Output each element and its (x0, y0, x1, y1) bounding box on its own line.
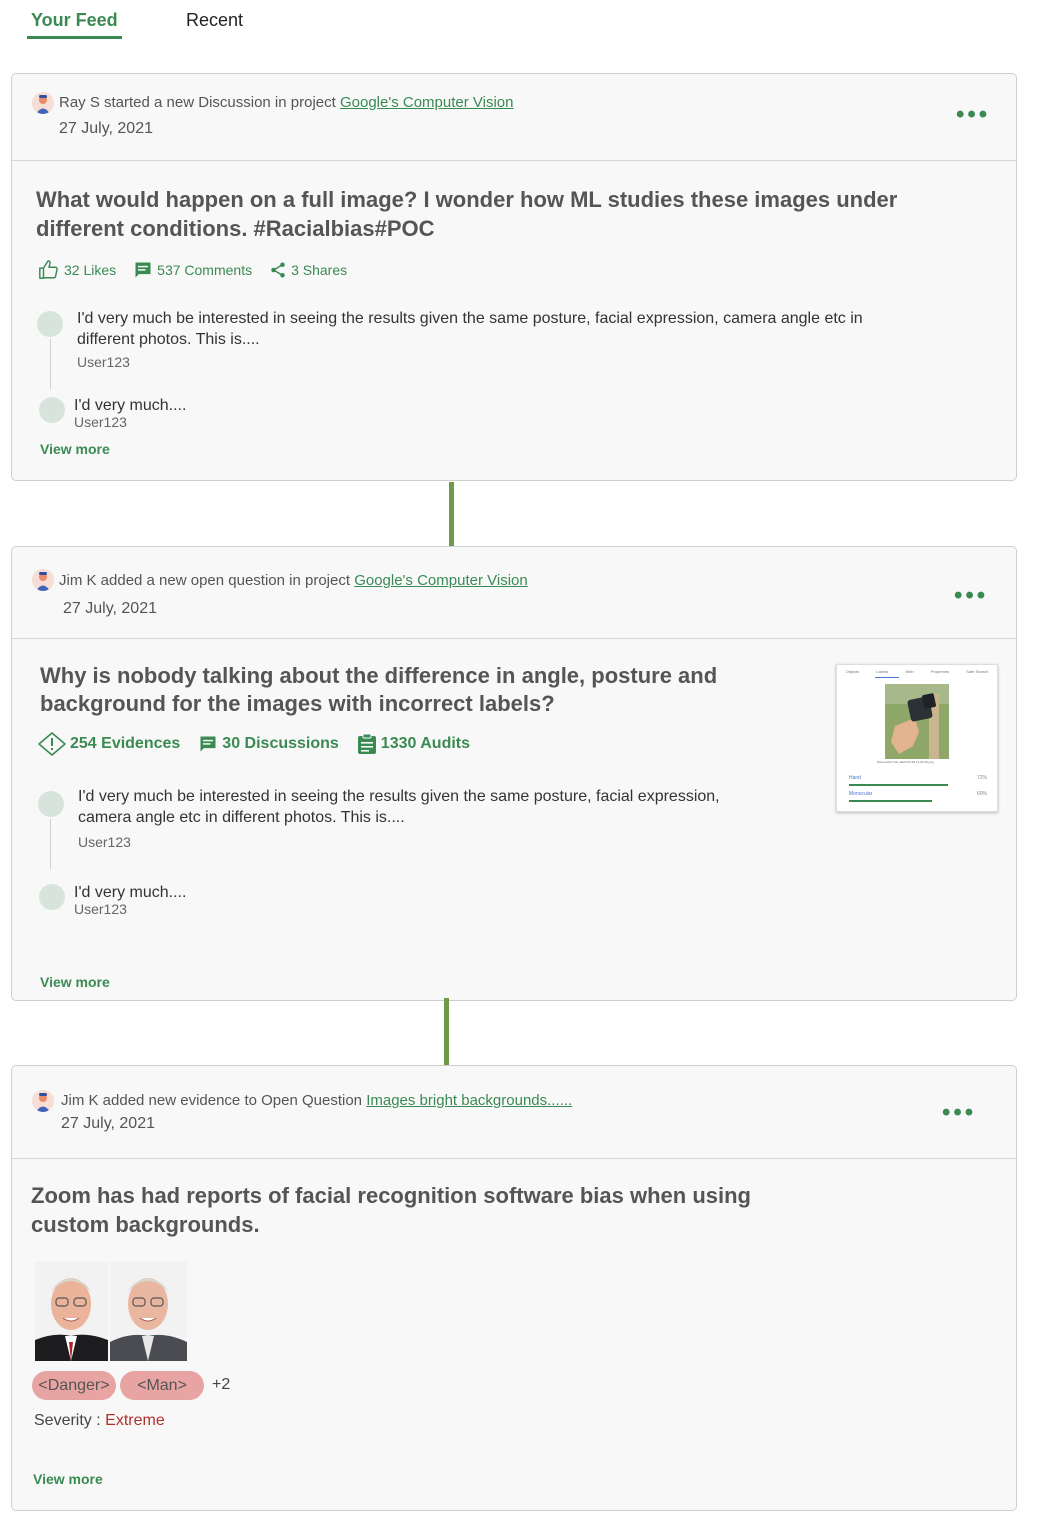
post-header: Ray S started a new Discussion in projec… (12, 74, 1016, 161)
feed-tabs: Your Feed Recent (0, 0, 1038, 50)
feed-post-card: Ray S started a new Discussion in projec… (11, 73, 1017, 481)
tab-recent[interactable]: Recent (186, 10, 243, 31)
tab-your-feed[interactable]: Your Feed (31, 10, 118, 31)
post-date: 27 July, 2021 (59, 120, 153, 137)
view-more-link[interactable]: View more (40, 974, 110, 990)
more-tags-count[interactable]: +2 (212, 1376, 230, 1394)
post-activity-text: Jim K added new evidence to Open Questio… (61, 1092, 572, 1109)
share-icon (271, 262, 285, 278)
thumbnail-tab: Objects (845, 669, 860, 674)
activity-description: Jim K added a new open question in proje… (59, 572, 351, 589)
post-header: Jim K added new evidence to Open Questio… (12, 1066, 1016, 1159)
label-confidence: 72% (976, 775, 987, 781)
thumbs-up-icon (39, 260, 58, 279)
label-row: Monocular 60% (849, 791, 987, 797)
tag-chip[interactable]: <Man> (120, 1371, 204, 1400)
comment-user[interactable]: User123 (77, 354, 130, 370)
severity-value: Extreme (105, 1412, 165, 1429)
comment-user[interactable]: User123 (74, 901, 127, 917)
evidence-images[interactable] (35, 1262, 187, 1361)
thumbnail-caption: Screenshot from 2020-04-02 11-01-45.png (877, 760, 934, 764)
post-activity-text: Jim K added a new open question in proje… (59, 572, 528, 589)
tag-chip[interactable]: <Danger> (32, 1371, 116, 1400)
activity-description: Jim K added new evidence to Open Questio… (61, 1092, 363, 1109)
feed-post-card: Jim K added new evidence to Open Questio… (11, 1065, 1017, 1511)
post-title[interactable]: Zoom has had reports of facial recogniti… (31, 1181, 831, 1239)
active-tab-indicator (27, 36, 122, 39)
open-question-link[interactable]: Images bright backgrounds...... (366, 1092, 572, 1109)
confidence-bar (849, 784, 948, 786)
discussions-count: 30 Discussions (222, 735, 339, 752)
thumbnail-tab: Safe Search (966, 669, 989, 674)
shares-count: 3 Shares (291, 262, 348, 278)
comment-user[interactable]: User123 (74, 414, 127, 430)
severity: Severity : Extreme (34, 1412, 165, 1430)
evidences-count: 254 Evidences (70, 735, 181, 752)
shares-button[interactable]: 3 Shares (269, 261, 347, 279)
evidences-button[interactable]: 254 Evidences (38, 732, 180, 756)
activity-description: Ray S started a new Discussion in projec… (59, 94, 336, 111)
thumbnail-tab: Properties (930, 669, 950, 674)
more-options-icon[interactable]: ••• (954, 584, 988, 608)
alert-icon (38, 732, 66, 756)
comment-thread-line (50, 819, 51, 869)
commenter-avatar (39, 884, 65, 910)
clipboard-icon (357, 733, 376, 754)
discussion-icon (200, 736, 216, 752)
discussions-button[interactable]: 30 Discussions (198, 734, 339, 754)
post-stats: 254 Evidences 30 Discussions 1330 Audits (38, 732, 488, 756)
comment-text: I'd very much be interested in seeing th… (78, 788, 720, 826)
post-activity-text: Ray S started a new Discussion in projec… (59, 94, 513, 111)
post-title[interactable]: Why is nobody talking about the differen… (40, 662, 780, 718)
more-options-icon[interactable]: ••• (956, 103, 990, 127)
confidence-bar (849, 800, 932, 802)
label-row: Hand 72% (849, 775, 987, 781)
avatar[interactable] (32, 569, 54, 591)
commenter-avatar (39, 397, 65, 423)
comment-text: I'd very much.... (74, 397, 187, 414)
project-link[interactable]: Google's Computer Vision (354, 572, 528, 589)
audits-count: 1330 Audits (380, 735, 471, 752)
comment-text: I'd very much be interested in seeing th… (77, 310, 863, 348)
comment-user[interactable]: User123 (78, 834, 131, 850)
post-title[interactable]: What would happen on a full image? I won… (36, 185, 936, 243)
evidence-thumbnail[interactable]: Objects Labels Web Properties Safe Searc… (836, 664, 998, 812)
thumbnail-tab: Web (905, 669, 914, 674)
label-name: Monocular (849, 791, 873, 797)
commenter-avatar (38, 791, 64, 817)
comment-thread-line (50, 339, 51, 389)
thumbnail-tab-indicator (875, 677, 899, 678)
post-header: Jim K added a new open question in proje… (12, 547, 1016, 639)
feed-connector (449, 482, 454, 546)
likes-button[interactable]: 32 Likes (38, 259, 116, 281)
comment-text: I'd very much.... (74, 884, 187, 901)
post-date: 27 July, 2021 (63, 600, 157, 617)
project-link[interactable]: Google's Computer Vision (340, 94, 514, 111)
comment-icon (135, 262, 151, 278)
post-date: 27 July, 2021 (61, 1115, 155, 1132)
label-name: Hand (849, 775, 861, 781)
feed-connector (444, 998, 449, 1065)
feed-post-card: Jim K added a new open question in proje… (11, 546, 1017, 1001)
thumbnail-tab: Labels (876, 669, 889, 674)
post-stats: 32 Likes 537 Comments 3 Shares (38, 259, 364, 281)
more-options-icon[interactable]: ••• (942, 1101, 976, 1125)
thumbnail-tabs: Objects Labels Web Properties Safe Searc… (837, 669, 997, 674)
avatar[interactable] (32, 92, 54, 114)
likes-count: 32 Likes (64, 262, 117, 278)
view-more-link[interactable]: View more (40, 441, 110, 457)
view-more-link[interactable]: View more (33, 1471, 103, 1487)
severity-label: Severity : (34, 1412, 106, 1429)
comments-button[interactable]: 537 Comments (133, 260, 252, 280)
comments-count: 537 Comments (157, 262, 253, 278)
commenter-avatar (37, 311, 63, 337)
hand-monocular-photo (885, 684, 949, 759)
avatar[interactable] (32, 1090, 54, 1112)
label-confidence: 60% (976, 791, 987, 797)
audits-button[interactable]: 1330 Audits (357, 733, 470, 755)
